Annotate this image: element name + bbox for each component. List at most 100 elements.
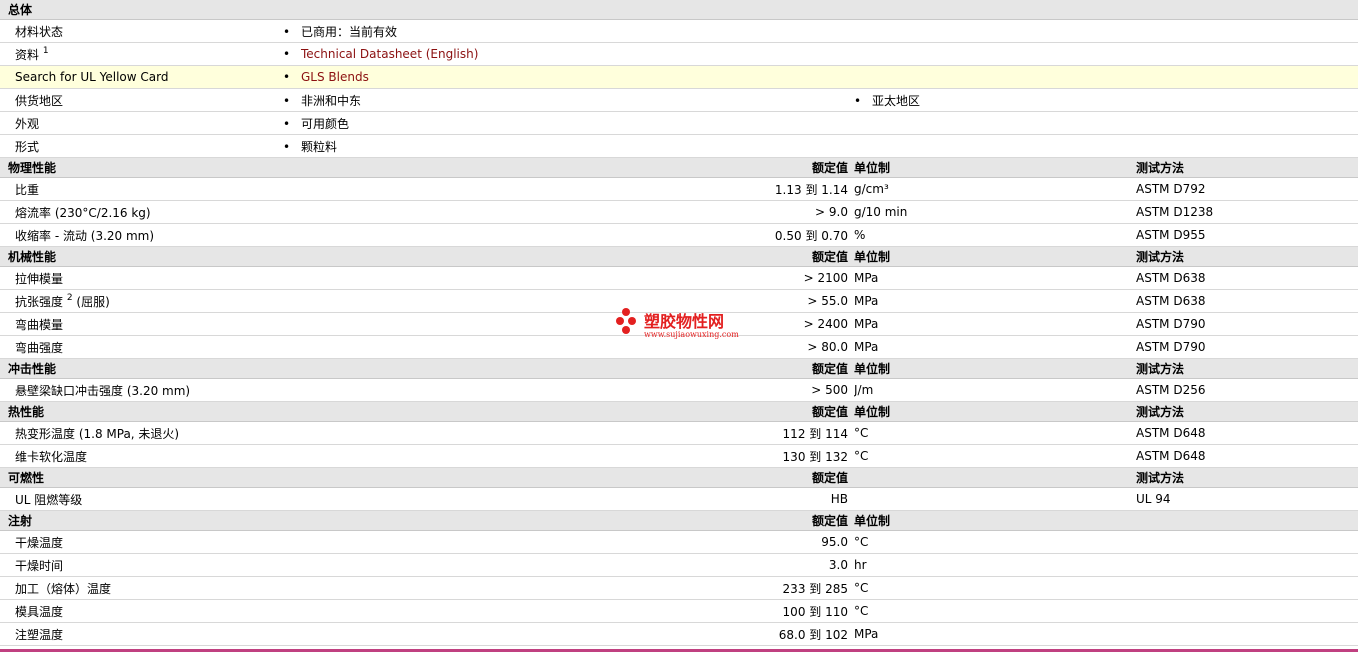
property-name: UL 阻燃等级: [15, 492, 83, 507]
property-row: UL 阻燃等级 HB UL 94: [0, 487, 1358, 511]
section-header: 冲击性能 额定值 单位制 测试方法: [0, 358, 1358, 379]
property-unit: MPa: [854, 335, 1136, 359]
property-unit: g/10 min: [854, 200, 1136, 224]
property-test-method: ASTM D648: [1136, 421, 1358, 445]
property-name: 模具温度: [15, 604, 64, 619]
property-unit: MPa: [854, 622, 1136, 646]
section-title: 总体: [0, 0, 1358, 20]
property-row: 熔流率 (230°C/2.16 kg) > 9.0 g/10 min ASTM D12…: [0, 200, 1358, 224]
row-value-cell: • Technical Datasheet (English): [283, 42, 854, 66]
property-unit: MPa: [854, 266, 1136, 290]
property-test-method: ASTM D1238: [1136, 200, 1358, 224]
row-value: 颗粒料: [301, 139, 338, 154]
property-name-cell: 悬壁梁缺口冲击强度 (3.20 mm): [0, 378, 661, 402]
property-name: 维卡软化温度: [15, 449, 88, 464]
empty-cell: [854, 111, 1358, 135]
property-row: 模具温度 100 到 110 °C: [0, 599, 1358, 623]
property-unit: MPa: [854, 289, 1136, 313]
header-unit: 单位制: [854, 510, 1136, 531]
property-row: 拉伸模量 > 2100 MPa ASTM D638: [0, 266, 1358, 290]
property-value: 112 到 114: [661, 421, 854, 445]
property-row: 悬壁梁缺口冲击强度 (3.20 mm) > 500 J/m ASTM D256: [0, 378, 1358, 402]
header-test-method: 测试方法: [1136, 401, 1358, 422]
property-name-cell: 加工（熔体）温度: [0, 576, 661, 600]
row-label-cell: 资料 1: [0, 42, 283, 66]
property-test-method: [1136, 576, 1358, 600]
row-label: 形式: [15, 139, 40, 154]
property-value: 0.50 到 0.70: [661, 223, 854, 247]
property-name: 熔流率 (230°C/2.16 kg): [15, 205, 151, 220]
property-value: 3.0: [661, 553, 854, 577]
header-rated-value: 额定值: [661, 358, 854, 379]
section-header: 热性能 额定值 单位制 测试方法: [0, 401, 1358, 422]
property-name-cell: 比重: [0, 177, 661, 201]
section-header: 可燃性 额定值 测试方法: [0, 467, 1358, 488]
value-link[interactable]: Technical Datasheet (English): [301, 47, 478, 61]
property-unit: g/cm³: [854, 177, 1136, 201]
property-unit: MPa: [854, 312, 1136, 336]
empty-cell: [854, 65, 1358, 89]
property-unit: J/m: [854, 378, 1136, 402]
bullet-icon: •: [283, 139, 291, 154]
section-title: 热性能: [0, 401, 661, 422]
property-test-method: [1136, 622, 1358, 646]
header-test-method: 测试方法: [1136, 358, 1358, 379]
property-name: 弯曲强度: [15, 340, 64, 355]
property-row: 维卡软化温度 130 到 132 °C ASTM D648: [0, 444, 1358, 468]
property-test-method: ASTM D790: [1136, 335, 1358, 359]
section-title: 机械性能: [0, 246, 661, 267]
property-test-method: [1136, 599, 1358, 623]
property-value: > 2400: [661, 312, 854, 336]
header-rated-value: 额定值: [661, 401, 854, 422]
property-test-method: ASTM D792: [1136, 177, 1358, 201]
row-label-cell: 形式: [0, 134, 283, 158]
property-row: 注塑温度 68.0 到 102 MPa: [0, 622, 1358, 646]
general-row: 形式 • 颗粒料: [0, 134, 1358, 158]
row-label: 资料: [15, 47, 40, 62]
header-test-method: 测试方法: [1136, 157, 1358, 178]
bullet-icon: •: [283, 70, 291, 84]
property-name-cell: 干燥时间: [0, 553, 661, 577]
footnote-marker: 1: [42, 45, 49, 56]
property-name-cell: 干燥温度: [0, 530, 661, 554]
property-test-method: ASTM D638: [1136, 266, 1358, 290]
property-row: 弯曲模量 > 2400 MPa ASTM D790: [0, 312, 1358, 336]
empty-cell: [854, 19, 1358, 43]
property-name: 收缩率 - 流动 (3.20 mm): [15, 228, 155, 243]
property-name-cell: 弯曲模量: [0, 312, 661, 336]
property-value: > 500: [661, 378, 854, 402]
property-name: 加工（熔体）温度: [15, 581, 112, 596]
property-value: 1.13 到 1.14: [661, 177, 854, 201]
property-row: 收缩率 - 流动 (3.20 mm) 0.50 到 0.70% ASTM D955: [0, 223, 1358, 247]
row-value-cell: • 非洲和中东: [283, 88, 854, 112]
property-name-cell: 拉伸模量: [0, 266, 661, 290]
property-table: 总体 材料状态 • 已商用：当前有效 资料 1 • Technical Datasheet …: [0, 0, 1358, 646]
property-name-cell: 模具温度: [0, 599, 661, 623]
header-rated-value: 额定值: [661, 467, 854, 488]
section-header: 物理性能 额定值 单位制 测试方法: [0, 157, 1358, 178]
property-value: 100 到 110: [661, 599, 854, 623]
property-condition: (屈服): [72, 294, 110, 309]
general-row: 供货地区 • 非洲和中东 • 亚太地区: [0, 88, 1358, 112]
empty-cell: [854, 134, 1358, 158]
header-rated-value: 额定值: [661, 246, 854, 267]
header-unit: 单位制: [854, 246, 1136, 267]
header-test-method: 测试方法: [1136, 467, 1358, 488]
bullet-icon: •: [854, 93, 862, 108]
property-value: > 2100: [661, 266, 854, 290]
section-title: 可燃性: [0, 467, 661, 488]
property-name-cell: 熔流率 (230°C/2.16 kg): [0, 200, 661, 224]
property-name: 悬壁梁缺口冲击强度 (3.20 mm): [15, 383, 191, 398]
property-name: 拉伸模量: [15, 271, 64, 286]
property-unit: %: [854, 223, 1136, 247]
property-unit: °C: [854, 576, 1136, 600]
section-header: 机械性能 额定值 单位制 测试方法: [0, 246, 1358, 267]
header-test-method: 测试方法: [1136, 246, 1358, 267]
property-name: 干燥时间: [15, 558, 64, 573]
row-label: Search for UL Yellow Card: [15, 70, 169, 84]
row-value-cell: • 已商用：当前有效: [283, 19, 854, 43]
section-title: 注射: [0, 510, 661, 531]
property-name-cell: 弯曲强度: [0, 335, 661, 359]
value-link[interactable]: GLS Blends: [301, 70, 369, 84]
section-header: 注射 额定值 单位制: [0, 510, 1358, 531]
